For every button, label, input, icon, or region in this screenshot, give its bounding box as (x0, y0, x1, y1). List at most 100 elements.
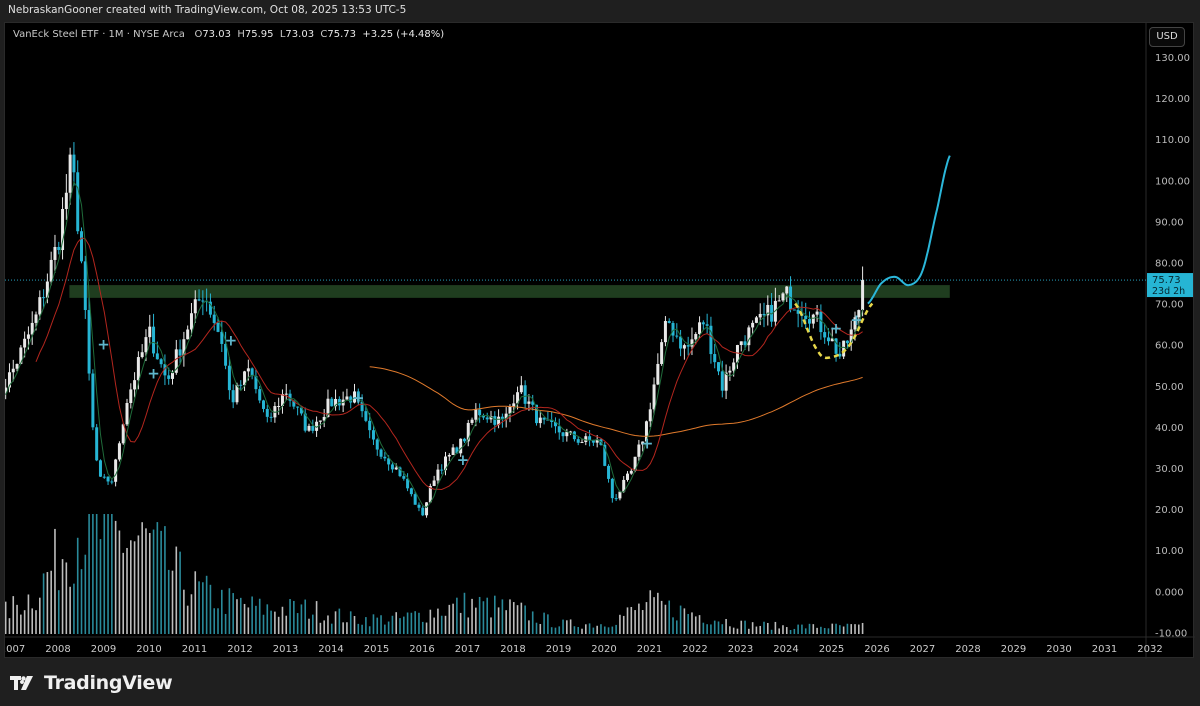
volume-bar (35, 610, 37, 634)
volume-bar (12, 596, 15, 634)
volume-bar (774, 621, 777, 634)
candle-body (258, 389, 262, 401)
candle-body (76, 172, 80, 232)
volume-bar (501, 599, 504, 634)
volume-bar (92, 514, 94, 634)
candle-body (739, 341, 743, 346)
candle-body (64, 192, 68, 210)
volume-bar (657, 592, 659, 634)
candle-body (690, 339, 694, 347)
volume-bar (221, 589, 223, 634)
candle-body (83, 261, 87, 311)
volume-bar (126, 547, 128, 634)
volume-bar (5, 601, 7, 634)
volume-bar (759, 625, 762, 634)
volume-bar (729, 626, 731, 634)
volume-bar (293, 600, 295, 634)
candle-body (390, 464, 394, 470)
volume-bar (148, 532, 151, 634)
candle-body (557, 426, 561, 433)
volume-bar (425, 622, 428, 634)
volume-bar (164, 526, 166, 634)
candle-body (394, 467, 398, 470)
candle-body (842, 340, 846, 357)
time-tick-label: 2028 (955, 644, 980, 655)
candle-body (11, 368, 15, 373)
change-value: +3.25 (+4.48%) (362, 29, 445, 40)
volume-bar (50, 570, 52, 634)
candle-body (167, 375, 171, 379)
volume-bar (300, 604, 303, 634)
volume-bar (406, 612, 409, 634)
symbol-name: VanEck Steel ETF · 1M · NYSE Arca (13, 29, 185, 40)
tradingview-logo-icon (10, 676, 33, 690)
volume-bar (73, 583, 75, 634)
volume-bar (361, 624, 363, 634)
price-tick-label: 80.00 (1155, 259, 1184, 270)
candle-body (447, 455, 451, 457)
price-tick-label: -10.00 (1155, 628, 1187, 639)
volume-bar (748, 628, 750, 634)
candle-body (652, 384, 656, 410)
volume-bar (289, 599, 291, 634)
candle-body (626, 473, 630, 480)
candle-body (383, 456, 387, 459)
candle-body (728, 370, 732, 373)
moving-average-line (369, 366, 863, 437)
candle-body (792, 309, 796, 311)
volume-bar (338, 608, 341, 634)
volume-bar (823, 628, 826, 634)
volume-bar (239, 597, 242, 634)
volume-bar (846, 623, 849, 634)
candle-body (409, 488, 413, 495)
volume-bar (88, 514, 90, 634)
currency-button[interactable]: USD (1149, 27, 1185, 47)
volume-bar (346, 622, 348, 634)
volume-bar (152, 529, 155, 634)
volume-bar (39, 597, 41, 634)
volume-bar (850, 624, 853, 634)
volume-bar (649, 590, 652, 634)
candle-body (95, 427, 99, 461)
candle-body (375, 439, 379, 450)
price-tick-label: 0.000 (1155, 587, 1184, 598)
volume-bar (710, 624, 712, 634)
volume-bar (717, 621, 720, 634)
volume-bar (258, 598, 261, 634)
volume-bar (638, 603, 640, 634)
volume-bar (266, 604, 269, 634)
volume-bar (607, 627, 610, 634)
volume-bar (721, 624, 724, 634)
candle-body (186, 329, 190, 340)
volume-bar (365, 617, 367, 634)
volume-bar (789, 630, 792, 634)
candle-body (808, 318, 812, 324)
candle-body (485, 417, 489, 420)
chart-panel[interactable]: 130.00 120.00 110.00 100.00 90.00 80.00 70.00 6… (4, 22, 1195, 659)
volume-bar (372, 614, 375, 634)
volume-bar (732, 627, 735, 634)
candle-body (686, 345, 690, 347)
volume-bar (213, 608, 216, 634)
volume-bar (827, 628, 830, 634)
volume-bar (854, 624, 856, 634)
projection-path (867, 155, 951, 305)
volume-bar (702, 622, 705, 634)
close-value: 75.73 (327, 29, 357, 40)
volume-bar (622, 615, 625, 634)
volume-bar (103, 514, 106, 634)
volume-bar (243, 603, 246, 634)
candle-body (72, 154, 76, 173)
tradingview-logo[interactable]: TradingView (10, 672, 173, 694)
moving-average-line (5, 180, 864, 509)
volume-bar (679, 605, 682, 634)
volume-bar (160, 530, 162, 634)
volume-bar (380, 615, 382, 634)
price-chart[interactable]: 130.00 120.00 110.00 100.00 90.00 80.00 70.00 6… (5, 23, 1195, 659)
volume-bar (600, 624, 602, 634)
volume-bar (137, 535, 140, 634)
volume-bar (630, 606, 633, 634)
volume-bar (581, 628, 583, 634)
volume-bar (698, 615, 701, 634)
volume-bar (209, 584, 212, 634)
